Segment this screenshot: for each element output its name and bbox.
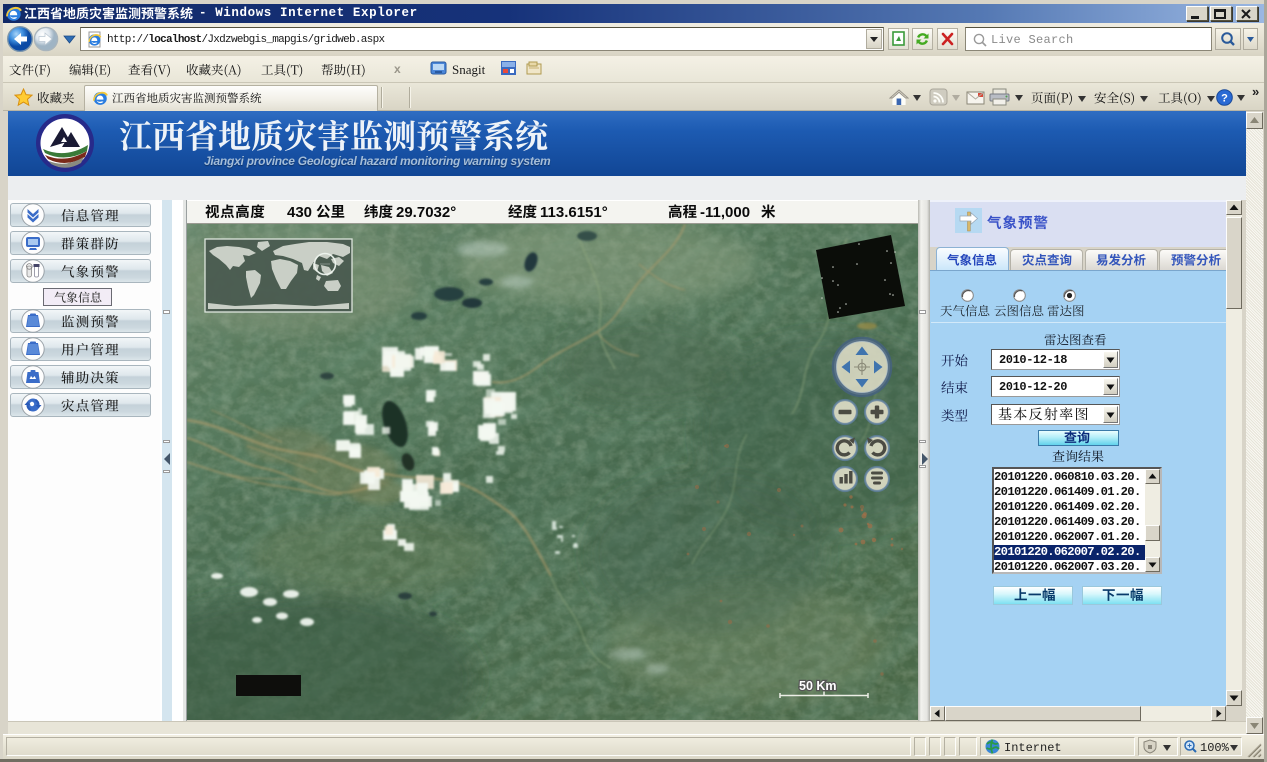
svg-text:50 Km: 50 Km: [799, 679, 837, 693]
svg-text:?: ?: [1221, 93, 1228, 105]
